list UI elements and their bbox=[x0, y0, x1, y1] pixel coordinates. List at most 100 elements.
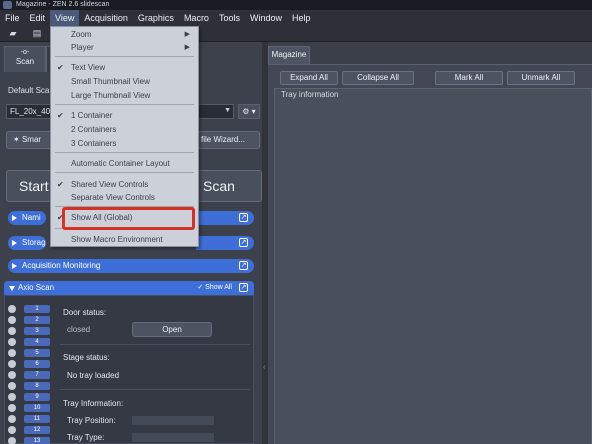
menu-item-large-thumbnail-view[interactable]: Large Thumbnail View bbox=[51, 89, 198, 102]
slot-status-icon bbox=[8, 371, 16, 379]
expand-arrow-icon bbox=[12, 215, 17, 221]
menu-graphics[interactable]: Graphics bbox=[133, 10, 179, 26]
menu-item-player-label: Player bbox=[71, 43, 94, 52]
popout-icon[interactable]: ↗ bbox=[239, 261, 248, 270]
menu-separator bbox=[55, 56, 194, 57]
slot-status-icon bbox=[8, 382, 16, 390]
divider bbox=[60, 389, 250, 390]
menu-view[interactable]: View bbox=[50, 10, 80, 26]
mark-all-button[interactable]: Mark All bbox=[435, 71, 503, 85]
tray-information-list[interactable]: Tray information bbox=[274, 88, 592, 444]
section-naming[interactable]: Nami bbox=[8, 211, 46, 225]
popout-icon[interactable]: ↗ bbox=[239, 213, 248, 222]
menu-item-1-container[interactable]: ✔ 1 Container bbox=[51, 109, 198, 122]
slot-number: 2 bbox=[24, 316, 50, 324]
popout-icon[interactable]: ↗ bbox=[239, 238, 248, 247]
submenu-arrow-icon: ▶ bbox=[184, 44, 190, 51]
section-acquisition-monitoring[interactable]: Acquisition Monitoring ↗ bbox=[8, 259, 254, 273]
unmark-all-button[interactable]: Unmark All bbox=[507, 71, 575, 85]
open-door-button[interactable]: Open bbox=[132, 322, 212, 337]
door-status-label: Door status: bbox=[63, 308, 107, 317]
tray-slot[interactable]: 10 bbox=[8, 404, 54, 412]
save-icon[interactable]: ▤ bbox=[32, 29, 42, 38]
tray-slot[interactable]: 9 bbox=[8, 393, 54, 401]
tray-slot[interactable]: 7 bbox=[8, 371, 54, 379]
tray-slot[interactable]: 5 bbox=[8, 349, 54, 357]
menu-item-text-view[interactable]: ✔ Text View bbox=[51, 61, 198, 74]
tray-slot[interactable]: 8 bbox=[8, 382, 54, 390]
start-scan-button-right[interactable]: Scan bbox=[196, 170, 262, 202]
show-all-toggle[interactable]: ✓ Show All bbox=[197, 281, 232, 295]
slot-status-icon bbox=[8, 360, 16, 368]
section-storage[interactable]: Storag bbox=[8, 236, 46, 250]
menu-item-separate-view-controls[interactable]: Separate View Controls bbox=[51, 191, 198, 204]
open-folder-icon[interactable]: ▰ bbox=[8, 29, 18, 38]
collapse-panel-icon[interactable]: ‹ bbox=[263, 364, 265, 371]
menu-acquisition[interactable]: Acquisition bbox=[79, 10, 133, 26]
chevron-down-icon: ▼ bbox=[224, 107, 231, 114]
slot-status-icon bbox=[8, 393, 16, 401]
magic-wand-icon: ✶ bbox=[13, 135, 22, 144]
slot-status-icon bbox=[8, 327, 16, 335]
menu-item-show-macro-environment[interactable]: Show Macro Environment bbox=[51, 233, 198, 246]
slot-number: 11 bbox=[24, 415, 50, 423]
tray-slot[interactable]: 13 bbox=[8, 437, 54, 444]
menu-item-shared-view-controls-label: Shared View Controls bbox=[71, 180, 149, 189]
menu-item-small-thumbnail-view[interactable]: Small Thumbnail View bbox=[51, 75, 198, 88]
menu-item-2-containers[interactable]: 2 Containers bbox=[51, 123, 198, 136]
slot-number: 7 bbox=[24, 371, 50, 379]
menu-edit[interactable]: Edit bbox=[25, 10, 51, 26]
slot-status-icon bbox=[8, 316, 16, 324]
tray-slot[interactable]: 6 bbox=[8, 360, 54, 368]
slot-status-icon bbox=[8, 338, 16, 346]
submenu-arrow-icon: ▶ bbox=[184, 31, 190, 38]
window-titlebar: Magazine - ZEN 2.6 slidescan bbox=[0, 0, 592, 10]
stage-status-label: Stage status: bbox=[63, 353, 110, 362]
door-status-value: closed bbox=[67, 325, 91, 334]
slot-number: 5 bbox=[24, 349, 50, 357]
stage-status-value: No tray loaded bbox=[67, 371, 120, 380]
menu-macro[interactable]: Macro bbox=[179, 10, 214, 26]
scan-profile-select-dropdown[interactable]: ▼ bbox=[198, 104, 234, 119]
slot-number: 4 bbox=[24, 338, 50, 346]
menu-item-shared-view-controls[interactable]: ✔ Shared View Controls bbox=[51, 178, 198, 191]
app-logo-icon bbox=[3, 1, 12, 9]
menu-item-3-containers[interactable]: 3 Containers bbox=[51, 137, 198, 150]
tray-slot[interactable]: 4 bbox=[8, 338, 54, 346]
collapse-all-button[interactable]: Collapse All bbox=[342, 71, 414, 85]
slot-status-icon bbox=[8, 437, 16, 444]
menu-item-zoom[interactable]: Zoom ▶ bbox=[51, 28, 198, 41]
menu-item-automatic-container-layout[interactable]: Automatic Container Layout bbox=[51, 157, 198, 170]
section-storage-label: Storag bbox=[22, 238, 46, 247]
expand-all-button[interactable]: Expand All bbox=[280, 71, 338, 85]
tab-magazine[interactable]: Magazine bbox=[268, 46, 310, 64]
section-naming-label: Nami bbox=[22, 213, 41, 222]
tab-scan[interactable]: -o- Scan bbox=[4, 46, 46, 72]
menu-window[interactable]: Window bbox=[245, 10, 287, 26]
tray-slot[interactable]: 2 bbox=[8, 316, 54, 324]
profile-wizard-button[interactable]: file Wizard... bbox=[196, 131, 260, 149]
slot-number: 8 bbox=[24, 382, 50, 390]
tray-slot[interactable]: 12 bbox=[8, 426, 54, 434]
tray-information-header: Tray information bbox=[281, 90, 339, 99]
menu-item-zoom-label: Zoom bbox=[71, 30, 92, 39]
menu-separator bbox=[55, 104, 194, 105]
menu-item-player[interactable]: Player ▶ bbox=[51, 41, 198, 54]
slot-number: 9 bbox=[24, 393, 50, 401]
section-axio-scan-header[interactable]: Axio Scan ✓ Show All ↗ bbox=[4, 281, 254, 295]
tray-slot[interactable]: 3 bbox=[8, 327, 54, 335]
highlight-box bbox=[62, 207, 195, 230]
tray-slot[interactable]: 11 bbox=[8, 415, 54, 423]
tray-slot[interactable]: 1 bbox=[8, 305, 54, 313]
menu-tools[interactable]: Tools bbox=[214, 10, 245, 26]
slot-number: 13 bbox=[24, 437, 50, 444]
slot-status-icon bbox=[8, 349, 16, 357]
magazine-panel: Magazine Expand All Collapse All Mark Al… bbox=[268, 42, 592, 444]
menu-file[interactable]: File bbox=[0, 10, 25, 26]
section-naming-tail[interactable]: ↗ bbox=[196, 211, 254, 225]
profile-options-button[interactable]: ⚙ ▾ bbox=[238, 104, 260, 119]
section-storage-tail[interactable]: ↗ bbox=[196, 236, 254, 250]
tray-type-label: Tray Type: bbox=[67, 433, 105, 442]
menu-help[interactable]: Help bbox=[287, 10, 316, 26]
popout-icon[interactable]: ↗ bbox=[239, 283, 248, 292]
